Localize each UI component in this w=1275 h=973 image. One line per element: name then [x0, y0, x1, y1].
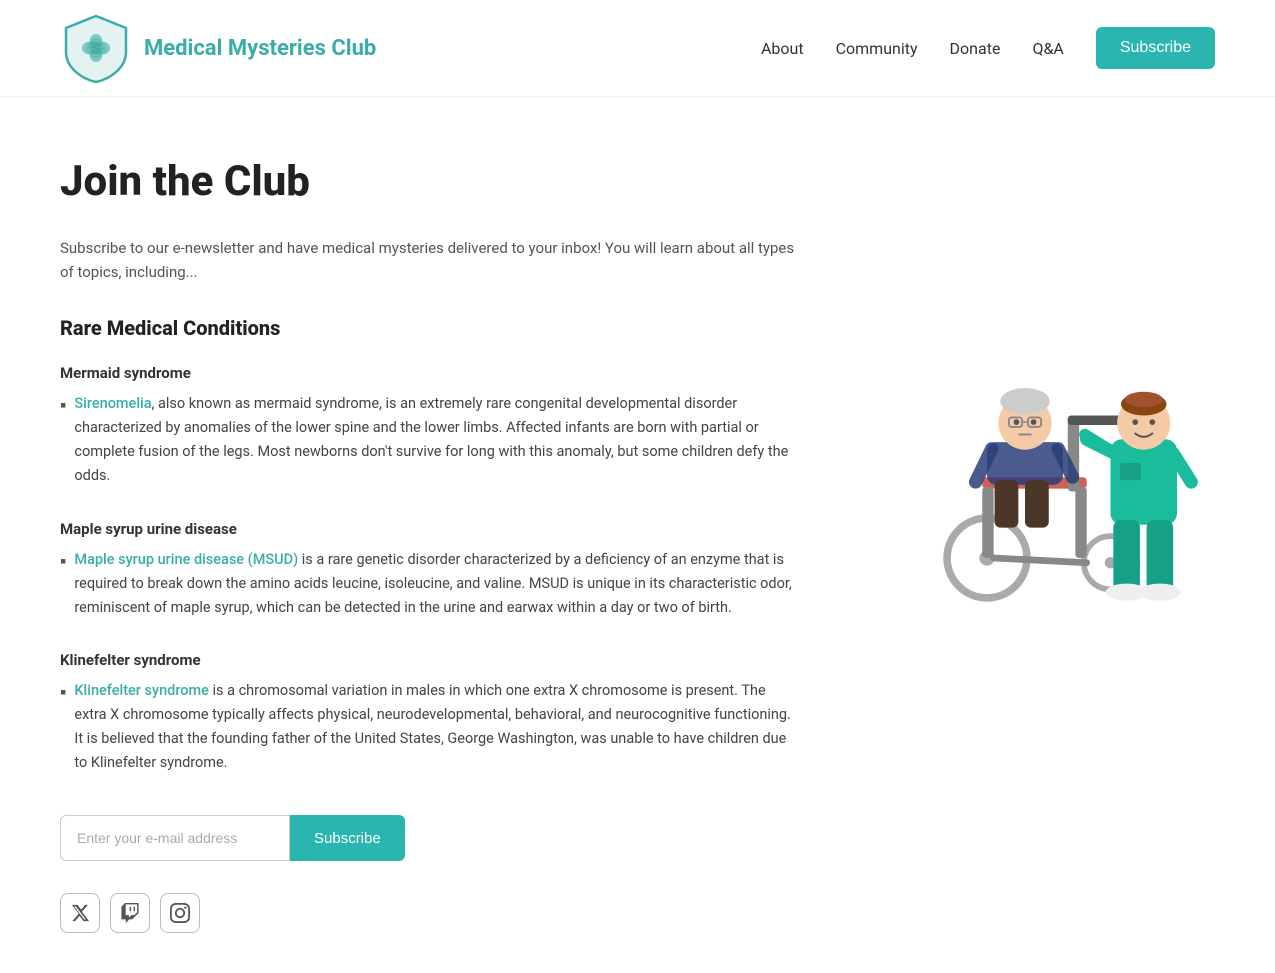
site-header: $ Medical Mysteries Club About Community… [0, 0, 1275, 97]
condition-msud: Maple syrup urine disease ▪ Maple syrup … [60, 520, 795, 620]
form-subscribe-button[interactable]: Subscribe [290, 815, 405, 861]
hero-illustration [835, 197, 1215, 606]
condition-item-klinefelter: ▪ Klinefelter syndrome is a chromosomal … [60, 679, 795, 775]
content-column: Join the Club Subscribe to our e-newslet… [60, 157, 795, 933]
condition-text-msud: Maple syrup urine disease (MSUD) is a ra… [74, 548, 795, 620]
instagram-icon [170, 903, 190, 923]
condition-text-klinefelter: Klinefelter syndrome is a chromosomal va… [74, 679, 795, 775]
nav-qa[interactable]: Q&A [1032, 39, 1063, 58]
condition-link-klinefelter[interactable]: Klinefelter syndrome [74, 682, 209, 699]
main-content: Join the Club Subscribe to our e-newslet… [0, 97, 1275, 973]
nav-community[interactable]: Community [836, 39, 918, 58]
condition-mermaid: Mermaid syndrome ▪ Sirenomelia, also kno… [60, 364, 795, 488]
nav-donate[interactable]: Donate [950, 39, 1001, 58]
social-icons-row [60, 893, 795, 933]
condition-text-mermaid: Sirenomelia, also known as mermaid syndr… [74, 392, 795, 488]
logo-link[interactable]: $ Medical Mysteries Club [60, 12, 376, 84]
condition-title-msud: Maple syrup urine disease [60, 520, 795, 538]
section-title: Rare Medical Conditions [60, 316, 795, 340]
instagram-icon-button[interactable] [160, 893, 200, 933]
main-nav: About Community Donate Q&A Subscribe [761, 27, 1215, 69]
intro-text: Subscribe to our e-newsletter and have m… [60, 236, 795, 284]
bullet-icon-msud: ▪ [60, 548, 66, 575]
condition-link-mermaid[interactable]: Sirenomelia [74, 395, 151, 412]
nav-about[interactable]: About [761, 39, 804, 58]
condition-klinefelter: Klinefelter syndrome ▪ Klinefelter syndr… [60, 651, 795, 775]
illustration-column [835, 157, 1215, 933]
bullet-icon-mermaid: ▪ [60, 392, 66, 419]
twitch-icon-button[interactable] [110, 893, 150, 933]
header-subscribe-button[interactable]: Subscribe [1096, 27, 1215, 69]
twitter-icon [70, 903, 90, 923]
svg-text:$: $ [92, 42, 99, 57]
email-input[interactable] [60, 815, 290, 861]
email-form: Subscribe [60, 815, 795, 861]
twitch-icon [120, 903, 140, 923]
twitter-icon-button[interactable] [60, 893, 100, 933]
condition-title-klinefelter: Klinefelter syndrome [60, 651, 795, 669]
condition-item-msud: ▪ Maple syrup urine disease (MSUD) is a … [60, 548, 795, 620]
logo-icon: $ [60, 12, 132, 84]
logo-title: Medical Mysteries Club [144, 36, 376, 61]
condition-item-mermaid: ▪ Sirenomelia, also known as mermaid syn… [60, 392, 795, 488]
bullet-icon-klinefelter: ▪ [60, 679, 66, 706]
page-title: Join the Club [60, 157, 795, 206]
condition-title-mermaid: Mermaid syndrome [60, 364, 795, 382]
condition-link-msud[interactable]: Maple syrup urine disease (MSUD) [74, 551, 298, 568]
condition-desc-mermaid: , also known as mermaid syndrome, is an … [74, 395, 788, 484]
